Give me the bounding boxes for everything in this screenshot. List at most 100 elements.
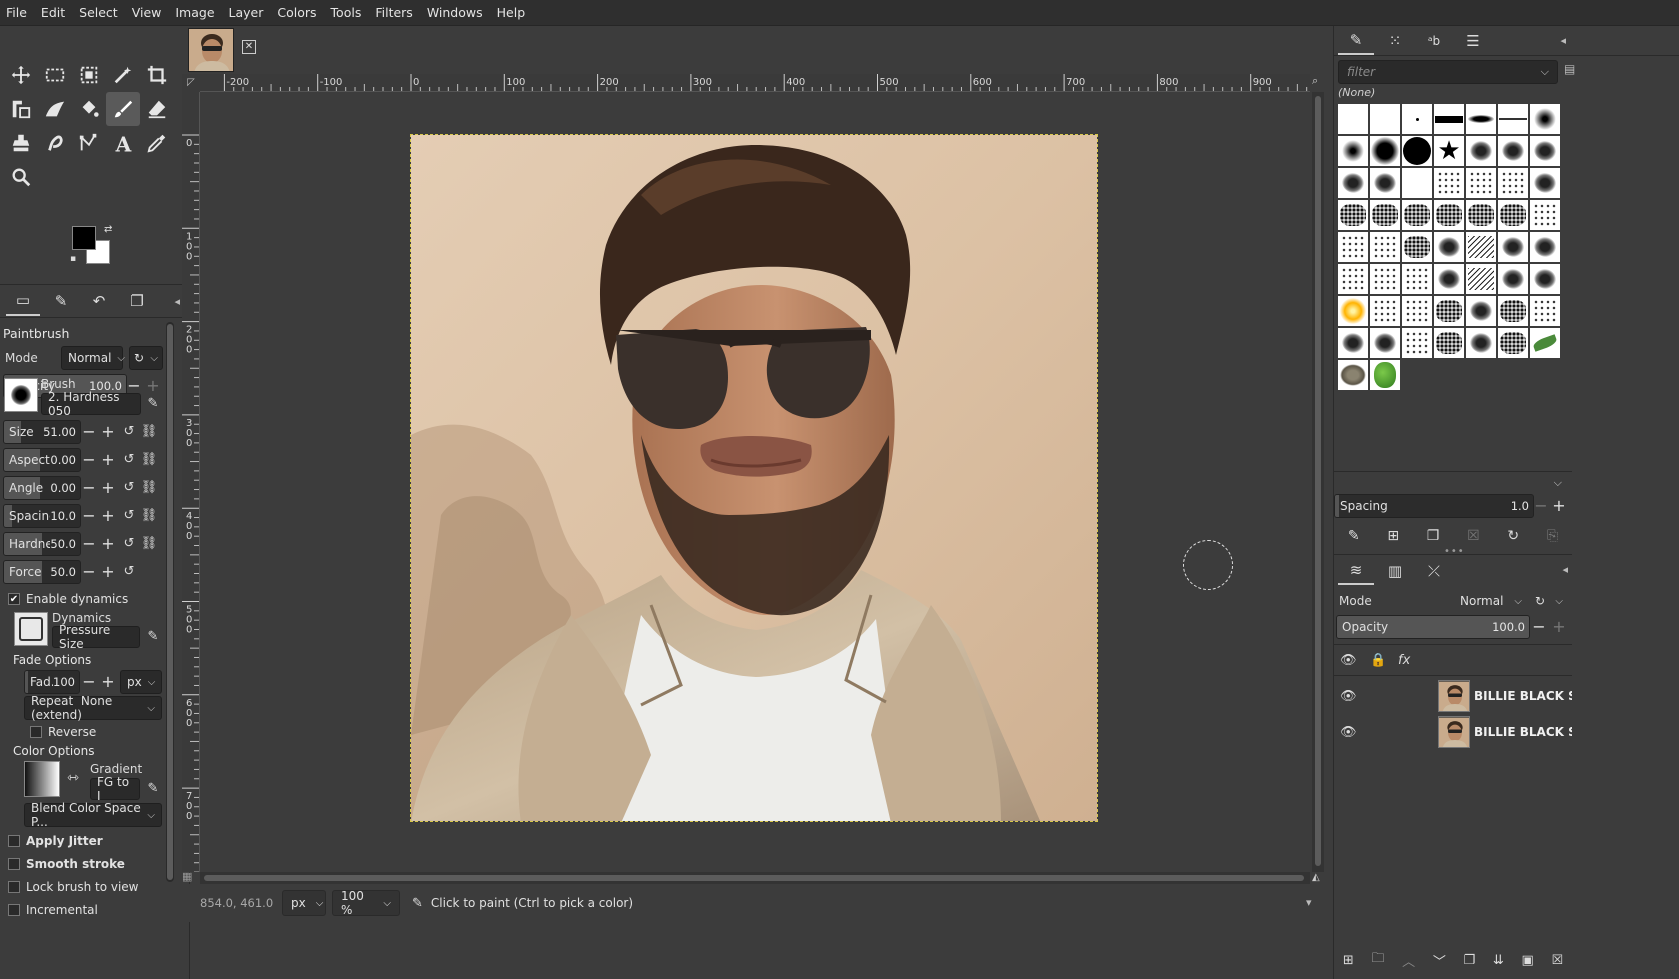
aspect-increase-icon[interactable]: +	[99, 448, 117, 472]
refresh-brushes-icon[interactable]: ↻	[1507, 528, 1519, 544]
brush-thumbnail[interactable]	[1497, 295, 1529, 327]
tab-channels[interactable]: ▥	[1377, 557, 1413, 585]
size-increase-icon[interactable]: +	[99, 420, 117, 444]
lower-layer-icon[interactable]: ﹀	[1433, 951, 1446, 970]
brush-thumbnail[interactable]	[1433, 327, 1465, 359]
brush-thumbnail[interactable]	[1529, 135, 1561, 167]
bucket-fill-tool-icon[interactable]	[72, 92, 106, 126]
tab-device-status[interactable]: ✎	[44, 286, 78, 316]
size-decrease-icon[interactable]: −	[80, 420, 98, 444]
brush-thumbnail[interactable]	[1497, 231, 1529, 263]
move-tool-icon[interactable]	[4, 58, 38, 92]
smooth-stroke-checkbox[interactable]: Smooth stroke	[8, 857, 125, 871]
layer-row[interactable]: 👁 BILLIE BLACK SMOKE	[1334, 714, 1572, 750]
blend-color-space-select[interactable]: Blend Color Space P... ⌵	[24, 801, 162, 829]
edit-brush-icon[interactable]: ✎	[144, 392, 162, 416]
brush-thumbnail[interactable]	[1337, 263, 1369, 295]
menu-help[interactable]: Help	[497, 5, 526, 20]
zoom-tool-icon[interactable]	[4, 160, 38, 194]
menu-file[interactable]: File	[6, 5, 27, 20]
menu-layer[interactable]: Layer	[229, 5, 264, 20]
spacing-increase-icon[interactable]: +	[99, 504, 117, 528]
fade-increase-icon[interactable]: +	[99, 670, 117, 694]
crop-tool-icon[interactable]	[140, 58, 174, 92]
warp-tool-icon[interactable]	[38, 92, 72, 126]
brush-thumbnail[interactable]	[1497, 103, 1529, 135]
horizontal-scrollbar[interactable]	[200, 872, 1310, 884]
tag-filter-icon[interactable]: ▤	[1564, 62, 1575, 76]
hardness-link-icon[interactable]: ⛓	[140, 532, 158, 556]
brush-thumbnail[interactable]	[1401, 327, 1433, 359]
zoom-fit-icon[interactable]: ⌕	[1312, 74, 1324, 92]
brush-thumbnail[interactable]	[1529, 231, 1561, 263]
tab-paths[interactable]: ⤫	[1416, 557, 1452, 585]
fade-length-slider[interactable]: Fad...100	[24, 670, 80, 694]
angle-link-icon[interactable]: ⛓	[140, 476, 158, 500]
duplicate-brush-icon[interactable]: ❐	[1427, 528, 1440, 544]
menu-colors[interactable]: Colors	[277, 5, 316, 20]
brush-thumbnail[interactable]	[1401, 263, 1433, 295]
brush-thumbnail[interactable]	[1497, 199, 1529, 231]
mode-reset-select[interactable]: ↻ ⌵	[129, 346, 163, 370]
brush-spacing-decrease-icon[interactable]: −	[1532, 494, 1550, 518]
brush-thumbnail[interactable]	[1497, 327, 1529, 359]
reset-colors-icon[interactable]: ▪	[70, 254, 76, 264]
brush-thumbnail[interactable]	[1337, 167, 1369, 199]
brush-select[interactable]: 2. Hardness 050	[41, 390, 141, 418]
tab-fonts[interactable]: ᵃb	[1416, 27, 1452, 55]
tab-tool-options[interactable]: ▭	[6, 286, 40, 316]
brush-thumbnail[interactable]	[1465, 199, 1497, 231]
hardness-slider[interactable]: Hardness50.0	[3, 532, 81, 556]
menu-select[interactable]: Select	[79, 5, 118, 20]
brush-thumbnail[interactable]	[1529, 263, 1561, 295]
repeat-select[interactable]: Repeat None (extend) ⌵	[24, 694, 162, 722]
aspect-reset-icon[interactable]: ↺	[120, 448, 138, 472]
brush-thumbnail[interactable]	[1401, 167, 1433, 199]
angle-reset-icon[interactable]: ↺	[120, 476, 138, 500]
brush-thumbnail[interactable]	[1465, 263, 1497, 295]
brush-thumbnail[interactable]	[1337, 103, 1369, 135]
tab-document-history[interactable]: ☰	[1455, 27, 1491, 55]
brush-thumbnail[interactable]	[1433, 295, 1465, 327]
merge-layer-icon[interactable]: ⇊	[1493, 953, 1504, 968]
navigate-icon[interactable]: ◭	[1312, 872, 1324, 884]
tab-layers[interactable]: ≋	[1338, 557, 1374, 585]
layer-name[interactable]: BILLIE BLACK SMOKE	[1474, 725, 1572, 739]
fade-unit-select[interactable]: px ⌵	[120, 670, 162, 694]
image-canvas[interactable]	[410, 134, 1098, 822]
hardness-reset-icon[interactable]: ↺	[120, 532, 138, 556]
image-tab-thumbnail[interactable]	[188, 28, 234, 72]
spacing-decrease-icon[interactable]: −	[80, 504, 98, 528]
layer-mask-icon[interactable]: ▣	[1521, 953, 1533, 968]
fade-decrease-icon[interactable]: −	[80, 670, 98, 694]
open-brush-folder-icon[interactable]: ⎘	[1547, 528, 1558, 544]
angle-decrease-icon[interactable]: −	[80, 476, 98, 500]
size-slider[interactable]: Size 51.00	[3, 420, 81, 444]
brush-thumbnail[interactable]	[1337, 295, 1369, 327]
canvas-area[interactable]	[200, 92, 1310, 872]
edit-brush-icon[interactable]: ✎	[1348, 528, 1360, 544]
force-increase-icon[interactable]: +	[99, 560, 117, 584]
brush-thumbnail[interactable]	[1369, 327, 1401, 359]
spacing-slider[interactable]: Spacing10.0	[3, 504, 81, 528]
brush-thumbnail[interactable]	[1497, 135, 1529, 167]
brush-thumbnail[interactable]	[1401, 231, 1433, 263]
layers-dock-menu-icon[interactable]: ◂	[1562, 563, 1568, 576]
aspect-link-icon[interactable]: ⛓	[140, 448, 158, 472]
edit-dynamics-icon[interactable]: ✎	[144, 625, 162, 649]
brush-thumbnail[interactable]	[1433, 231, 1465, 263]
spacing-reset-icon[interactable]: ↺	[120, 504, 138, 528]
status-menu-icon[interactable]: ▾	[1306, 896, 1312, 909]
brush-thumbnail[interactable]: ★	[1433, 135, 1465, 167]
transform-tool-icon[interactable]	[4, 92, 38, 126]
dock-menu-icon[interactable]: ◂	[174, 295, 180, 308]
brush-thumbnail[interactable]	[1337, 231, 1369, 263]
new-layer-icon[interactable]: ⊞	[1343, 953, 1354, 968]
gradient-preview[interactable]	[24, 761, 60, 797]
brush-thumbnail[interactable]	[1369, 231, 1401, 263]
hardness-decrease-icon[interactable]: −	[80, 532, 98, 556]
brush-thumbnail[interactable]	[1369, 263, 1401, 295]
brushes-expand-icon[interactable]: ⌵	[1334, 471, 1572, 493]
edit-gradient-icon[interactable]: ✎	[144, 777, 162, 801]
fg-bg-colors[interactable]: ⇄ ▪	[70, 224, 122, 272]
